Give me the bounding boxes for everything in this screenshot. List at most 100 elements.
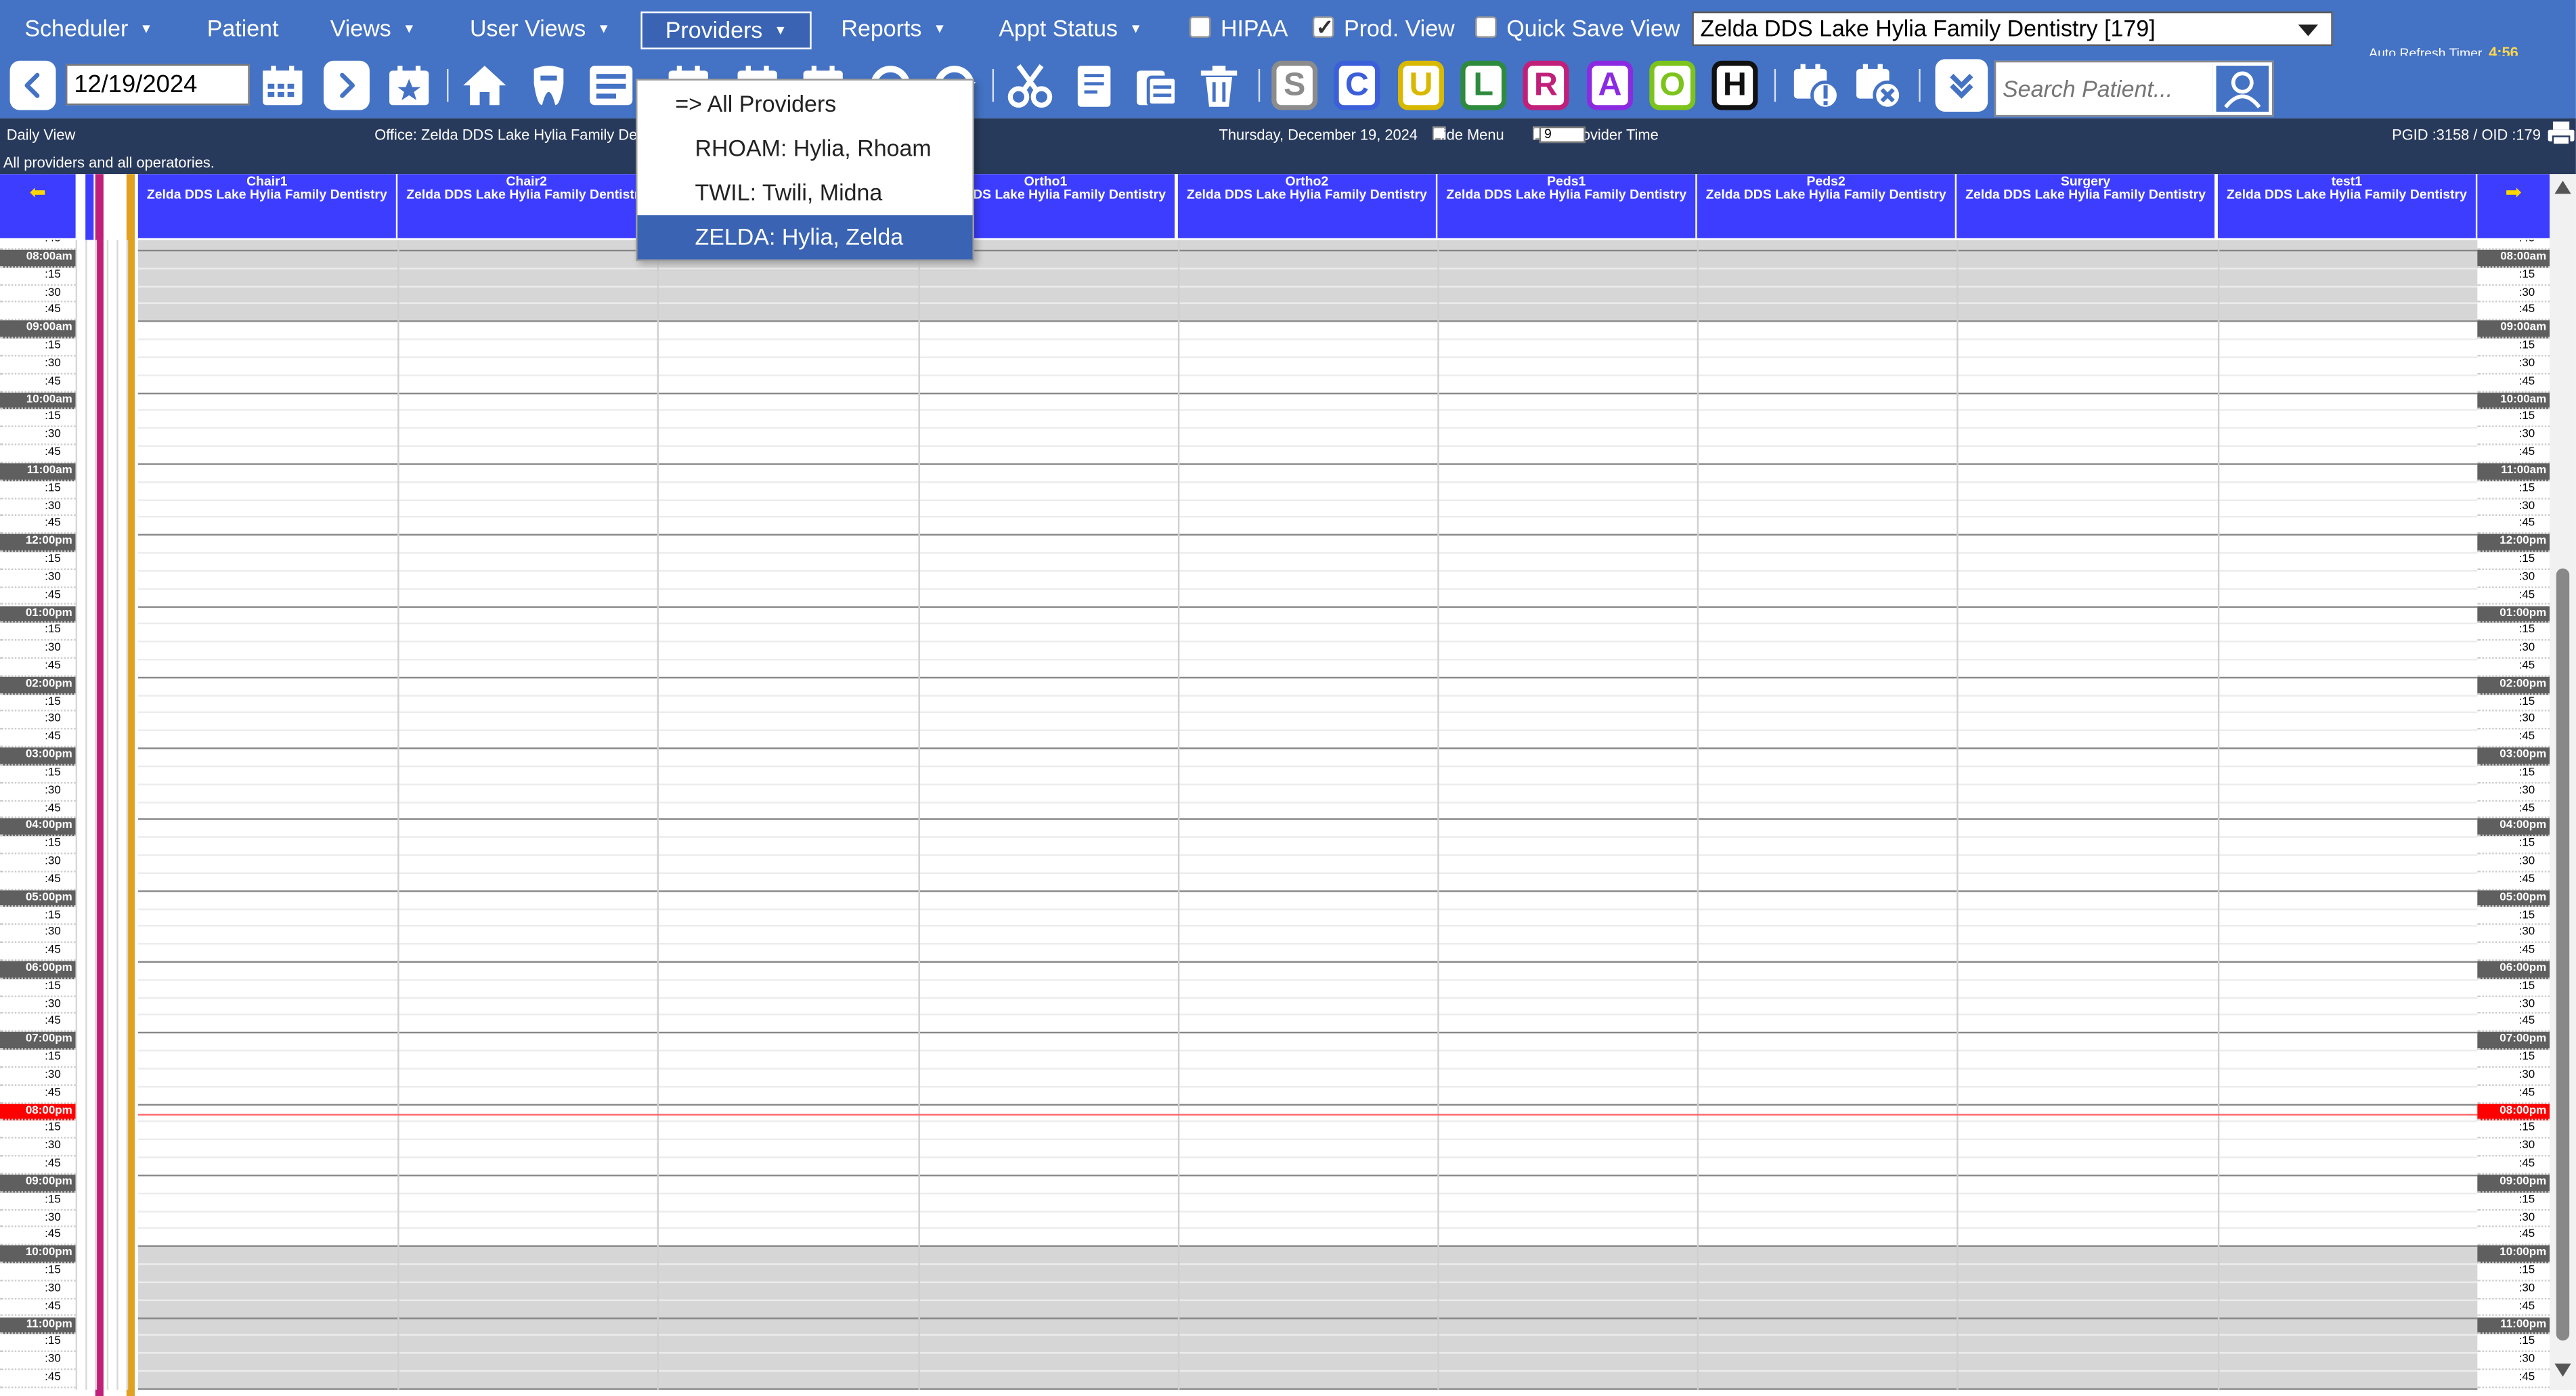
vertical-scrollbar[interactable] <box>2550 174 2576 1390</box>
menu-patient[interactable]: Patient <box>207 12 279 47</box>
copy-button[interactable] <box>1070 59 1119 112</box>
cut-button[interactable] <box>1005 59 1055 112</box>
patient-search-input[interactable] <box>1996 62 2213 115</box>
calendar-alert-button[interactable] <box>1791 59 1840 112</box>
time-slot: :15 <box>2477 410 2550 428</box>
prod-view-checkbox[interactable] <box>1312 12 1334 45</box>
column-office: Zelda DDS Lake Hylia Family Dentistry <box>2226 187 2467 202</box>
scrollbar-thumb[interactable] <box>2556 568 2570 1341</box>
column-header-surgery[interactable]: Surgery Zelda DDS Lake Hylia Family Denti… <box>1957 174 2215 238</box>
hour-label: 09:00am <box>0 320 76 339</box>
column-header-peds2[interactable]: Peds2 Zelda DDS Lake Hylia Family Dentist… <box>1697 174 1955 238</box>
time-slot: :45 <box>2477 659 2550 677</box>
menu-reports[interactable]: Reports ▼ <box>841 12 946 47</box>
menu-views[interactable]: Views ▼ <box>330 12 416 47</box>
list-button[interactable] <box>586 59 636 112</box>
column-divider <box>917 240 919 1390</box>
time-slot: :15 <box>0 1192 76 1210</box>
status-u-button[interactable]: U <box>1398 60 1444 110</box>
column-header-chair1[interactable]: Chair1 Zelda DDS Lake Hylia Family Dentis… <box>137 174 396 238</box>
quarter-line <box>137 1192 2478 1194</box>
calendar-cancel-button[interactable] <box>1853 59 1902 112</box>
tooth-button[interactable] <box>524 59 573 112</box>
toolbar-divider <box>1774 68 1776 102</box>
status-h-button[interactable]: H <box>1711 60 1758 110</box>
time-slot: :15 <box>0 837 76 854</box>
time-slot: :45 <box>0 659 76 677</box>
scroll-up-icon[interactable] <box>2554 180 2571 194</box>
hour-label: 09:00pm <box>0 1174 76 1192</box>
calendar-button[interactable] <box>258 59 307 112</box>
office-select[interactable]: Zelda DDS Lake Hylia Family Dentistry [1… <box>1692 11 2333 46</box>
time-slot: :45 <box>0 240 76 250</box>
quarter-line <box>137 658 2478 661</box>
provider-option-rhoam[interactable]: RHOAM: Hylia, Rhoam <box>638 127 973 171</box>
hour-line <box>137 1032 2478 1034</box>
hour-line <box>137 819 2478 821</box>
status-s-button[interactable]: S <box>1271 60 1318 110</box>
time-slot: :30 <box>2477 1139 2550 1157</box>
hipaa-checkbox[interactable] <box>1189 16 1211 38</box>
today-button[interactable] <box>385 59 434 112</box>
status-r-button[interactable]: R <box>1523 60 1569 110</box>
column-header-ortho2[interactable]: Ortho2 Zelda DDS Lake Hylia Family Dentis… <box>1177 174 1436 238</box>
provider-option-zelda[interactable]: ZELDA: Hylia, Zelda <box>637 215 973 260</box>
hour-label: 10:00am <box>0 391 76 410</box>
column-header-chair2[interactable]: Chair2 Zelda DDS Lake Hylia Family Dentis… <box>397 174 656 238</box>
hour-label: 11:00am <box>2477 463 2550 481</box>
column-divider <box>397 240 400 1390</box>
quarter-line <box>137 872 2478 874</box>
toolbar-divider <box>447 68 449 102</box>
prod-view-toggle[interactable]: Prod. View <box>1312 12 1455 47</box>
time-slot: :15 <box>0 552 76 570</box>
menu-scheduler[interactable]: Scheduler ▼ <box>24 12 152 47</box>
menu-reports-label: Reports <box>841 14 922 41</box>
patient-search-button[interactable] <box>2212 62 2272 115</box>
previous-day-button[interactable] <box>9 60 56 110</box>
time-slot: :15 <box>2477 552 2550 570</box>
quarter-line <box>137 569 2478 572</box>
menu-user-views[interactable]: User Views ▼ <box>470 12 610 47</box>
status-l-button[interactable]: L <box>1460 60 1507 110</box>
quarter-line <box>137 356 2478 358</box>
time-slot: :30 <box>2477 499 2550 517</box>
expand-down-button[interactable] <box>1935 59 1988 112</box>
time-slot: :30 <box>0 997 76 1015</box>
time-slot: :45 <box>2477 517 2550 535</box>
quarter-line <box>137 481 2478 483</box>
home-button[interactable] <box>460 59 509 112</box>
scroll-right-button[interactable]: ➡ <box>2477 174 2550 238</box>
hour-label: 05:00pm <box>0 890 76 908</box>
status-c-button[interactable]: C <box>1334 60 1380 110</box>
time-slot: :30 <box>2477 712 2550 730</box>
next-day-button[interactable] <box>324 60 370 110</box>
provider-option-all[interactable]: => All Providers <box>638 82 973 127</box>
date-input[interactable]: 12/19/2024 <box>66 64 250 106</box>
scroll-left-button[interactable]: ⬅ <box>0 174 76 238</box>
interval-select[interactable]: 9 <box>1539 126 1586 144</box>
hour-label: 05:00pm <box>2477 890 2550 908</box>
quick-save-toggle[interactable]: Quick Save View <box>1475 12 1680 47</box>
status-o-button[interactable]: O <box>1649 60 1696 110</box>
column-divider <box>1697 240 1699 1390</box>
menu-providers[interactable]: Providers ▼ <box>640 11 812 49</box>
patient-search[interactable] <box>1994 60 2274 117</box>
menu-appt-status[interactable]: Appt Status ▼ <box>999 12 1142 47</box>
paste-button[interactable] <box>1132 59 1181 112</box>
printer-icon[interactable] <box>2546 120 2576 146</box>
home-icon <box>463 66 506 106</box>
column-header-test1[interactable]: test1 Zelda DDS Lake Hylia Family Dentist… <box>2217 174 2476 238</box>
quick-save-checkbox[interactable] <box>1475 16 1497 38</box>
menu-appt-status-label: Appt Status <box>999 14 1118 41</box>
column-header-peds1[interactable]: Peds1 Zelda DDS Lake Hylia Family Dentist… <box>1437 174 1696 238</box>
time-column-left: :4508:00am:15:30:4509:00am:15:30:4510:00… <box>0 240 76 1390</box>
scroll-down-icon[interactable] <box>2554 1364 2571 1377</box>
provider-option-twil[interactable]: TWIL: Twili, Midna <box>638 171 973 215</box>
hour-line <box>137 676 2478 678</box>
hipaa-toggle[interactable]: HIPAA <box>1189 12 1288 47</box>
quarter-line <box>137 1334 2478 1336</box>
hour-label: 04:00pm <box>2477 819 2550 837</box>
status-a-button[interactable]: A <box>1587 60 1634 110</box>
operatory-columns[interactable] <box>137 240 2478 1390</box>
delete-button[interactable] <box>1194 59 1244 112</box>
